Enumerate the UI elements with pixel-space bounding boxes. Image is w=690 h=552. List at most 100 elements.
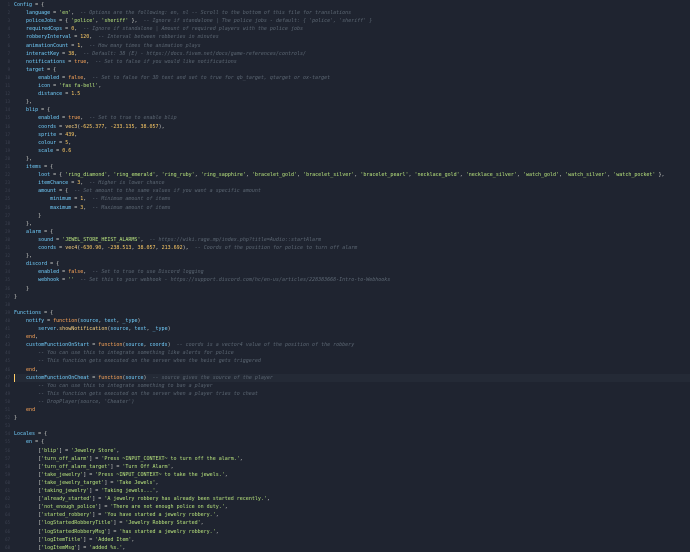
code-line[interactable]: ['taking_jewelry'] = 'Taking jewels...',: [14, 487, 158, 495]
line-number: 51: [5, 407, 10, 412]
line-number: 14: [5, 107, 10, 113]
line-number: 25: [5, 196, 10, 202]
line-number: 9: [7, 66, 10, 72]
code-line[interactable]: },: [14, 252, 32, 260]
code-line[interactable]: [14, 301, 17, 309]
code-line[interactable]: notify = function(source, text, _type): [14, 317, 140, 325]
code-line[interactable]: ['already_started'] = 'A jewelry robbery…: [14, 495, 270, 503]
code-line[interactable]: -- This function gets executed on the se…: [14, 390, 258, 398]
code-line[interactable]: ['not_enough_police'] = 'There are not e…: [14, 503, 228, 511]
text-cursor: [14, 373, 15, 382]
code-line[interactable]: -- DropPlayer(source, 'Cheater'): [14, 398, 134, 406]
line-number: 60: [5, 479, 10, 485]
line-number: 42: [5, 334, 10, 340]
code-line[interactable]: scale = 0.6: [14, 147, 71, 155]
line-number: 35: [5, 277, 10, 283]
code-line[interactable]: blip = {: [14, 106, 50, 114]
line-number: 26: [5, 204, 10, 210]
code-line[interactable]: },: [14, 98, 32, 106]
code-line[interactable]: ['logStartedRobberyTitle'] = 'Jewelry Ro…: [14, 519, 204, 527]
code-line[interactable]: -- You can use this to integrate somethi…: [14, 382, 213, 390]
line-number: 17: [5, 131, 10, 137]
line-number: 45: [5, 358, 10, 364]
line-number: 33: [5, 261, 10, 267]
code-line[interactable]: enabled = false, -- Set to false for 3D …: [14, 74, 330, 82]
line-number: 2: [7, 10, 10, 16]
code-line[interactable]: [14, 422, 17, 430]
line-number: 6: [7, 42, 10, 48]
code-line[interactable]: webhook = '' -- Set this to your webhook…: [14, 276, 390, 284]
code-line[interactable]: }: [14, 285, 29, 293]
code-line[interactable]: loot = { 'ring_diamond', 'ring_emerald',…: [14, 171, 664, 179]
code-line[interactable]: ['logItemTitle'] = 'Added Item',: [14, 536, 134, 544]
code-line[interactable]: language = 'en', -- Options are the foll…: [14, 9, 351, 17]
code-line[interactable]: icon = 'fas fa-bell',: [14, 82, 101, 90]
line-number: 28: [5, 220, 10, 226]
code-line[interactable]: end,: [14, 333, 38, 341]
code-line[interactable]: }: [14, 293, 17, 301]
code-line[interactable]: customFunctionOnStart = function(source,…: [14, 341, 354, 349]
code-line[interactable]: animationCount = 1, -- How many times th…: [14, 42, 201, 50]
code-line[interactable]: distance = 1.5: [14, 90, 80, 98]
line-number: 22: [5, 172, 10, 178]
line-number: 50: [5, 398, 10, 404]
line-number: 23: [5, 180, 10, 186]
code-line[interactable]: notifications = true, -- Set to false if…: [14, 58, 237, 66]
code-line[interactable]: minimum = 1, -- Minimum amount of items: [14, 195, 170, 203]
line-number: 36: [5, 285, 10, 291]
code-line[interactable]: ['turn_off_alarm_target'] = 'Turn Off Al…: [14, 463, 174, 471]
code-line[interactable]: target = {: [14, 66, 56, 74]
line-number: 68: [5, 544, 10, 550]
code-line[interactable]: robberyInterval = 120, -- Interval betwe…: [14, 33, 219, 41]
code-line[interactable]: ['take_jewelry'] = 'Press ~INPUT_CONTEXT…: [14, 471, 228, 479]
line-number: 15: [5, 115, 10, 121]
code-line[interactable]: }: [14, 414, 17, 422]
code-editor[interactable]: 1 2 3 4 5 6 7 8 9 10 11 12 13 14 15 16 17 18 19 20 21 22 23 24 2…: [0, 0, 690, 551]
code-line[interactable]: items = {: [14, 163, 53, 171]
code-line[interactable]: coords = vec3(-625.377, -233.135, 38.057…: [14, 123, 165, 131]
line-number: 34: [5, 269, 10, 275]
code-line[interactable]: requiredCops = 0, -- Ignore if standalon…: [14, 25, 303, 33]
line-number: 20: [5, 155, 10, 161]
code-line[interactable]: customFunctionOnCheat = function(source)…: [14, 373, 690, 382]
code-line[interactable]: ['logItemMsg'] = 'added %s.',: [14, 544, 125, 552]
code-line[interactable]: ['take_jewelry_target'] = 'Take Jewels',: [14, 479, 158, 487]
code-line[interactable]: en = {: [14, 438, 44, 446]
code-line[interactable]: server.showNotification(source, text, _t…: [14, 325, 171, 333]
code-line[interactable]: ['started_robbery'] = 'You have started …: [14, 511, 219, 519]
line-number: 11: [5, 83, 10, 88]
code-line[interactable]: enabled = false, -- Set to true to use D…: [14, 268, 204, 276]
line-number: 55: [5, 439, 10, 445]
code-line[interactable]: alarm = {: [14, 228, 53, 236]
code-line[interactable]: Functions = {: [14, 309, 53, 317]
line-number: 30: [5, 236, 10, 242]
code-line[interactable]: -- You can use this to integrate somethi…: [14, 349, 234, 357]
line-number: 10: [5, 74, 10, 80]
code-line[interactable]: discord = {: [14, 260, 59, 268]
code-line[interactable]: end: [14, 406, 35, 414]
code-line[interactable]: ['turn_off_alarm'] = 'Press ~INPUT_CONTE…: [14, 455, 243, 463]
code-line[interactable]: coords = vec4(-630.90, -238.513, 38.057,…: [14, 244, 357, 252]
code-line[interactable]: amount = { -- Set amount to the same val…: [14, 187, 261, 195]
code-line[interactable]: sound = 'JEWEL_STORE_HEIST_ALARMS', -- h…: [14, 236, 321, 244]
code-line[interactable]: ['blip'] = 'Jewelry Store',: [14, 447, 119, 455]
code-line[interactable]: },: [14, 220, 32, 228]
code-line[interactable]: },: [14, 155, 32, 163]
line-number: 29: [5, 228, 10, 234]
code-line[interactable]: Config = {: [14, 1, 44, 9]
code-line[interactable]: ['logStartedRobberyMsg'] = 'has started …: [14, 528, 219, 536]
line-number: 52: [5, 415, 10, 421]
code-line[interactable]: interactKey = 38, -- Default: 38 (E) - h…: [14, 50, 306, 58]
code-line[interactable]: -- This function gets executed on the se…: [14, 357, 261, 365]
code-line[interactable]: sprite = 439,: [14, 131, 77, 139]
line-number: 21: [5, 164, 10, 169]
code-line[interactable]: colour = 5,: [14, 139, 71, 147]
code-line[interactable]: maximum = 3, -- Maximum amount of items: [14, 204, 170, 212]
code-line[interactable]: Locales = {: [14, 430, 47, 438]
code-line[interactable]: }: [14, 212, 41, 220]
code-line[interactable]: enabled = true, -- Set to true to enable…: [14, 114, 177, 122]
code-line[interactable]: itemChance = 3, -- Higher is lower chanc…: [14, 179, 164, 187]
line-number: 32: [5, 253, 10, 259]
code-line[interactable]: end,: [14, 366, 38, 374]
code-line[interactable]: policeJobs = { 'police', 'sheriff' }, --…: [14, 17, 372, 25]
